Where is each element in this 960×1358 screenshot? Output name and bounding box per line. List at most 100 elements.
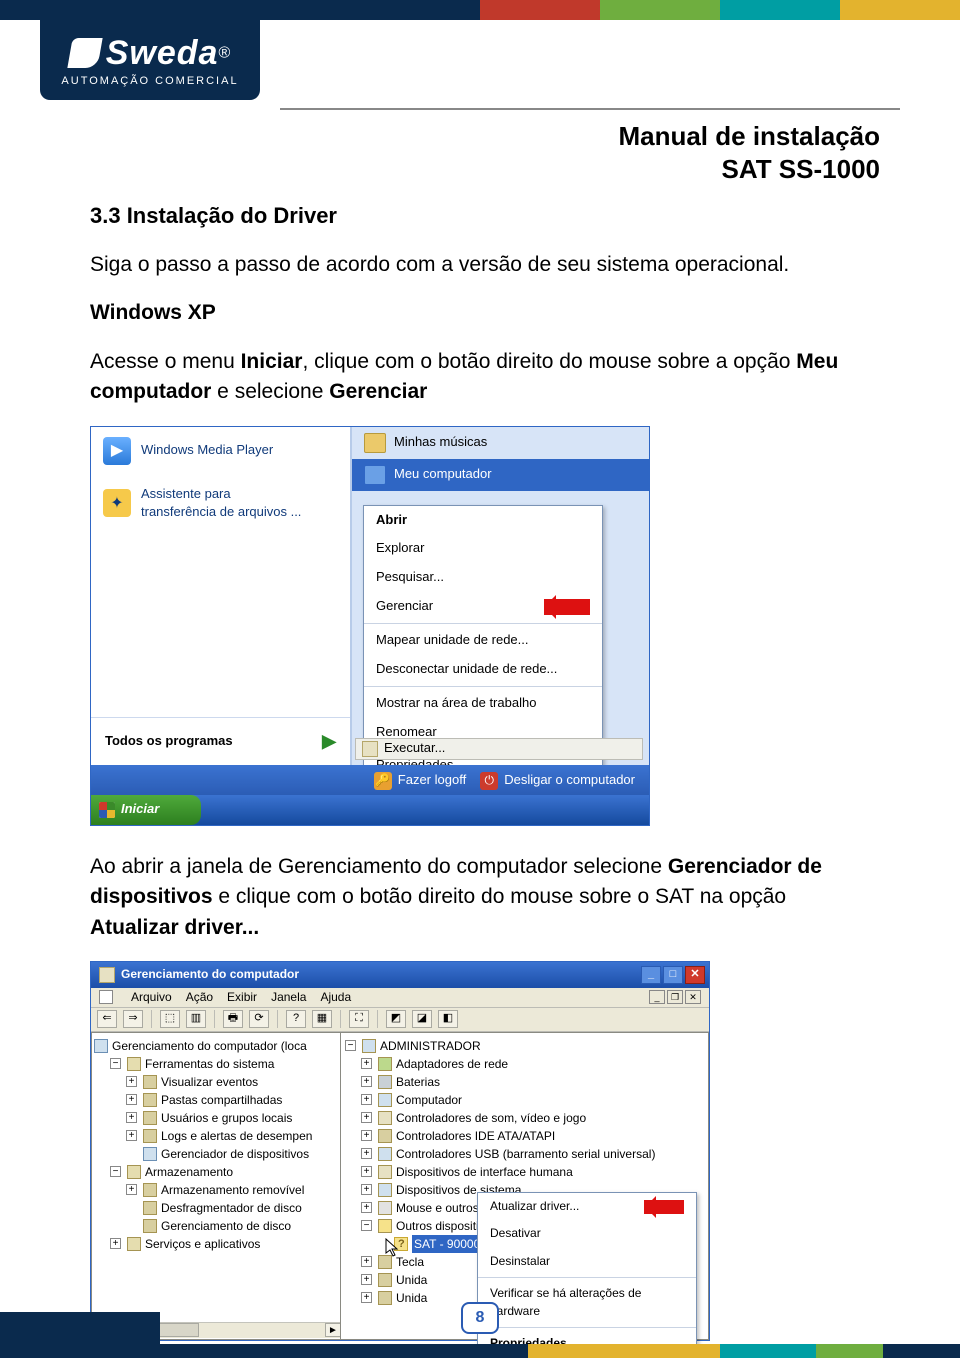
start-button-label: Iniciar — [121, 800, 159, 819]
all-programs-button[interactable]: Todos os programas ▶ — [91, 717, 350, 765]
context-item-explore[interactable]: Explorar — [364, 534, 602, 563]
run-label: Executar... — [384, 739, 445, 758]
context-item-open[interactable]: Abrir — [364, 506, 602, 535]
footer-color-bar — [0, 1344, 960, 1358]
highlight-arrow-icon — [644, 1200, 684, 1214]
tree-perf-logs[interactable]: +Logs e alertas de desempen — [94, 1127, 338, 1145]
start-item-label: Windows Media Player — [141, 441, 273, 460]
device-batteries[interactable]: +Baterias — [345, 1073, 704, 1091]
computer-icon — [94, 1039, 108, 1053]
brand-tagline: AUTOMAÇÃO COMERCIAL — [61, 75, 238, 87]
start-place-label: Meu computador — [394, 465, 492, 484]
device-net-adapters[interactable]: +Adaptadores de rede — [345, 1055, 704, 1073]
context-item-scan-hardware[interactable]: Verificar se há alterações de hardware — [478, 1280, 696, 1325]
toolbar-up-button[interactable]: ⬚ — [160, 1010, 180, 1028]
power-icon: ⏻ — [480, 772, 498, 790]
context-item-search[interactable]: Pesquisar... — [364, 563, 602, 592]
doc-title-line2: SAT SS-1000 — [618, 153, 880, 186]
mdi-close-button[interactable]: ✕ — [685, 990, 701, 1004]
start-place-label: Minhas músicas — [394, 433, 487, 452]
window-title: Gerenciamento do computador — [121, 966, 299, 983]
context-item-uninstall[interactable]: Desinstalar — [478, 1248, 696, 1275]
document-title: Manual de instalação SAT SS-1000 — [618, 120, 880, 185]
tree-services[interactable]: +Serviços e aplicativos — [94, 1235, 338, 1253]
device-context-menu: Atualizar driver... Desativar Desinstala… — [477, 1192, 697, 1358]
menu-help[interactable]: Ajuda — [320, 989, 351, 1006]
mdi-restore-button[interactable]: ❐ — [667, 990, 683, 1004]
device-hid[interactable]: +Dispositivos de interface humana — [345, 1163, 704, 1181]
toolbar-properties-button[interactable]: ▥ — [186, 1010, 206, 1028]
app-icon — [99, 967, 115, 983]
tree-removable-storage[interactable]: +Armazenamento removível — [94, 1181, 338, 1199]
tree-disk-mgmt[interactable]: Gerenciamento de disco — [94, 1217, 338, 1235]
logoff-button[interactable]: 🔑 Fazer logoff — [374, 771, 466, 790]
tree-root: Gerenciamento do computador (loca — [112, 1037, 307, 1055]
tree-event-viewer[interactable]: +Visualizar eventos — [94, 1073, 338, 1091]
toolbar-refresh-button[interactable]: ⟳ — [249, 1010, 269, 1028]
device-sound[interactable]: +Controladores de som, vídeo e jogo — [345, 1109, 704, 1127]
start-place-my-music[interactable]: Minhas músicas — [352, 427, 649, 459]
tree-device-manager[interactable]: Gerenciador de dispositivos — [94, 1145, 338, 1163]
toolbar-scan-button[interactable]: ⛶ — [349, 1010, 369, 1028]
toolbar-extra1-button[interactable]: ◩ — [386, 1010, 406, 1028]
context-item-disconnect-drive[interactable]: Desconectar unidade de rede... — [364, 655, 602, 684]
device-computer[interactable]: +Computador — [345, 1091, 704, 1109]
scroll-right-button[interactable]: ► — [325, 1323, 341, 1337]
device-usb[interactable]: +Controladores USB (barramento serial un… — [345, 1145, 704, 1163]
start-place-my-computer[interactable]: Meu computador — [352, 459, 649, 491]
toolbar-print-button[interactable]: 🖶 — [223, 1010, 243, 1028]
mdi-minimize-button[interactable]: _ — [649, 990, 665, 1004]
toolbar-forward-button[interactable]: ⇒ — [123, 1010, 143, 1028]
device-ide[interactable]: +Controladores IDE ATA/ATAPI — [345, 1127, 704, 1145]
screenshot-start-menu: ▶ Windows Media Player ✦ Assistente para… — [90, 426, 650, 826]
os-label: Windows XP — [90, 301, 216, 324]
start-item-wmp[interactable]: ▶ Windows Media Player — [91, 427, 350, 475]
context-item-manage[interactable]: Gerenciar — [364, 592, 602, 621]
toolbar-extra2-button[interactable]: ◪ — [412, 1010, 432, 1028]
minimize-button[interactable]: _ — [641, 966, 661, 984]
page-number: 8 — [461, 1302, 499, 1334]
menu-view[interactable]: Exibir — [227, 989, 257, 1006]
logoff-label: Fazer logoff — [398, 771, 466, 790]
tree-storage[interactable]: −Armazenamento — [94, 1163, 338, 1181]
mdi-app-icon — [99, 990, 113, 1004]
screenshot-computer-management: Gerenciamento do computador _ □ ✕ Arquiv… — [90, 961, 710, 1341]
toolbar: ⇐ ⇒ ⬚ ▥ 🖶 ⟳ ? ▦ ⛶ ◩ ◪ ◧ — [91, 1008, 709, 1032]
tree-shared-folders[interactable]: +Pastas compartilhadas — [94, 1091, 338, 1109]
menu-action[interactable]: Ação — [186, 989, 213, 1006]
registered-mark: ® — [218, 44, 230, 61]
tree-defrag[interactable]: Desfragmentador de disco — [94, 1199, 338, 1217]
menu-window[interactable]: Janela — [271, 989, 306, 1006]
intro-paragraph: Siga o passo a passo de acordo com a ver… — [90, 250, 870, 280]
toolbar-help-button[interactable]: ? — [286, 1010, 306, 1028]
run-icon — [362, 741, 378, 757]
start-button[interactable]: Iniciar — [91, 795, 201, 825]
computer-icon — [364, 465, 386, 485]
highlight-arrow-icon — [544, 599, 590, 615]
tree-system-tools[interactable]: −Ferramentas do sistema — [94, 1055, 338, 1073]
header-color-bar — [0, 0, 960, 20]
toolbar-back-button[interactable]: ⇐ — [97, 1010, 117, 1028]
menubar: Arquivo Ação Exibir Janela Ajuda _ ❐ ✕ — [91, 988, 709, 1008]
mouse-cursor-icon — [385, 1238, 401, 1258]
menu-file[interactable]: Arquivo — [131, 989, 172, 1006]
start-item-transfer-wizard[interactable]: ✦ Assistente paratransferência de arquiv… — [91, 475, 350, 533]
header-rule — [280, 108, 900, 110]
context-item-map-drive[interactable]: Mapear unidade de rede... — [364, 626, 602, 655]
computer-icon — [362, 1039, 376, 1053]
context-item-disable[interactable]: Desativar — [478, 1220, 696, 1247]
run-command-row[interactable]: Executar... — [355, 738, 643, 760]
context-item-show-desktop[interactable]: Mostrar na área de trabalho — [364, 689, 602, 718]
tree-pane[interactable]: Gerenciamento do computador (loca −Ferra… — [91, 1032, 341, 1340]
tree-local-users[interactable]: +Usuários e grupos locais — [94, 1109, 338, 1127]
toolbar-view-button[interactable]: ▦ — [312, 1010, 332, 1028]
context-item-update-driver[interactable]: Atualizar driver... — [478, 1193, 696, 1220]
brand-mark-icon — [67, 38, 102, 68]
close-button[interactable]: ✕ — [685, 966, 705, 984]
section-heading: 3.3 Instalação do Driver — [90, 200, 870, 232]
shutdown-button[interactable]: ⏻ Desligar o computador — [480, 771, 635, 790]
maximize-button[interactable]: □ — [663, 966, 683, 984]
doc-title-line1: Manual de instalação — [618, 120, 880, 153]
folder-icon — [364, 433, 386, 453]
toolbar-extra3-button[interactable]: ◧ — [438, 1010, 458, 1028]
